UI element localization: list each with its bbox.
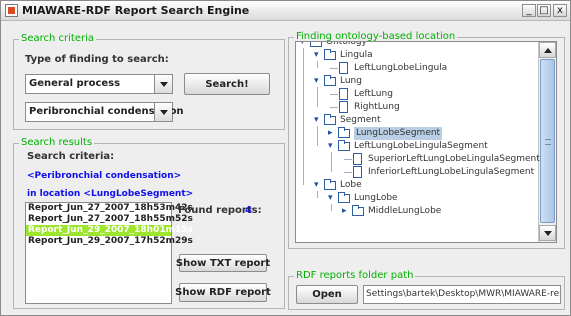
- folder-icon: [310, 42, 322, 47]
- folder-icon: [338, 192, 350, 203]
- tree-connector: [330, 94, 338, 95]
- tree-connector: [344, 159, 352, 160]
- tree-node-folder[interactable]: ▾ Segment: [296, 114, 536, 127]
- open-folder-button[interactable]: Open: [296, 285, 358, 304]
- close-button[interactable]: x: [553, 4, 567, 17]
- tree-node-label: Lobe: [340, 180, 362, 190]
- file-icon: [339, 88, 348, 100]
- criteria-location-text: in location <LungLobeSegment>: [27, 189, 194, 199]
- tree-node-folder[interactable]: ▾ Lingula: [296, 49, 536, 62]
- expanded-toggle-icon[interactable]: ▾: [328, 141, 336, 151]
- folder-icon: [352, 205, 364, 216]
- tree-node-folder[interactable]: ▾ Ontology: [296, 41, 536, 49]
- chevron-down-icon[interactable]: [154, 75, 172, 93]
- rdf-folder-title: RDF reports folder path: [294, 270, 416, 282]
- tree-node-label: LeftLung: [354, 89, 393, 99]
- tree-node-folder[interactable]: ▸ LungLobeSegment: [296, 127, 536, 140]
- collapsed-toggle-icon[interactable]: ▸: [328, 128, 336, 138]
- app-window: MIAWARE-RDF Report Search Engine _ □ x S…: [0, 0, 571, 316]
- search-criteria-title: Search criteria: [19, 33, 97, 45]
- file-icon: [339, 101, 348, 113]
- expanded-toggle-icon[interactable]: ▾: [314, 115, 322, 125]
- app-icon: [5, 4, 18, 17]
- folder-icon: [324, 114, 336, 125]
- folder-icon: [338, 140, 350, 151]
- chevron-down-icon[interactable]: [154, 103, 172, 121]
- tree-connector: [330, 68, 338, 69]
- tree-node-folder[interactable]: ▾ LeftLungLobeLingulaSegment: [296, 140, 536, 153]
- folder-icon: [324, 179, 336, 190]
- minimize-button[interactable]: _: [522, 4, 536, 17]
- search-results-title: Search results: [19, 137, 95, 149]
- tree-node-label: InferiorLeftLungLobeLingulaSegment: [368, 167, 535, 177]
- tree-node-label: Lingula: [340, 50, 373, 60]
- expanded-toggle-icon[interactable]: ▾: [314, 50, 322, 60]
- tree-node-folder[interactable]: ▾ Lobe: [296, 179, 536, 192]
- scroll-up-icon[interactable]: [539, 42, 556, 58]
- tree-node-label: LungLobe: [354, 193, 398, 203]
- tree-node-label: LeftLungLobeLingulaSegment: [354, 141, 488, 151]
- tree-node-folder[interactable]: ▸ MiddleLungLobe: [296, 205, 536, 218]
- finding-type-label: Type of finding to search:: [25, 54, 169, 65]
- scroll-thumb[interactable]: [540, 59, 555, 223]
- tree-node-label: LungLobeSegment: [354, 127, 443, 140]
- file-icon: [353, 166, 362, 178]
- tree-node-file[interactable]: RightLung: [296, 101, 536, 114]
- tree-node-label: Ontology: [326, 41, 367, 47]
- criteria-finding-text: <Peribronchial condensation>: [27, 171, 182, 181]
- report-list-item[interactable]: Report_Jun_29_2007_17h52m29s: [26, 236, 193, 247]
- criteria-summary-label: Search criteria:: [27, 151, 115, 162]
- folder-icon: [324, 75, 336, 86]
- file-icon: [339, 62, 348, 74]
- tree-node-file[interactable]: InferiorLeftLungLobeLingulaSegment: [296, 166, 536, 179]
- tree-node-file[interactable]: SuperiorLeftLungLobeLingulaSegment: [296, 153, 540, 166]
- tree-connector: [330, 107, 338, 108]
- expanded-toggle-icon[interactable]: ▾: [314, 180, 322, 190]
- show-txt-report-button[interactable]: Show TXT report: [176, 254, 270, 272]
- found-reports-count: 4: [245, 205, 252, 216]
- file-icon: [353, 153, 362, 165]
- tree-scrollbar[interactable]: [538, 42, 556, 242]
- tree-node-label: RightLung: [354, 102, 400, 112]
- tree-node-label: Segment: [340, 115, 381, 125]
- finding-type-value: General process: [29, 78, 121, 89]
- tree-node-label: Lung: [340, 76, 362, 86]
- report-list-item[interactable]: Report_Jun_27_2007_18h55m52s: [26, 214, 193, 225]
- ontology-tree[interactable]: ▾ Ontology ▾ Lingula LeftLungLobeLingula ▾ Lun…: [295, 41, 557, 243]
- window-title: MIAWARE-RDF Report Search Engine: [22, 4, 250, 17]
- report-list-item[interactable]: Report_Jun_27_2007_18h53m42s: [26, 203, 193, 214]
- report-list[interactable]: Report_Jun_27_2007_18h53m42s Report_Jun_2…: [25, 202, 193, 304]
- tree-node-label: LeftLungLobeLingula: [354, 63, 448, 73]
- scroll-down-icon[interactable]: [539, 225, 556, 241]
- folder-icon: [324, 49, 336, 60]
- tree-node-folder[interactable]: ▾ LungLobe: [296, 192, 536, 205]
- expanded-toggle-icon[interactable]: ▾: [300, 42, 308, 47]
- finding-type-select[interactable]: General process: [25, 74, 173, 94]
- tree-node-label: MiddleLungLobe: [368, 206, 442, 216]
- show-rdf-report-button[interactable]: Show RDF report: [175, 283, 271, 302]
- report-list-item[interactable]: Report_Jun_29_2007_18h01m15s: [26, 225, 193, 236]
- tree-node-label: SuperiorLeftLungLobeLingulaSegment: [368, 154, 540, 164]
- tree-node-folder[interactable]: ▾ Lung: [296, 75, 536, 88]
- finding-value-select[interactable]: Peribronchial condensation: [25, 102, 184, 122]
- folder-icon: [338, 127, 350, 138]
- tree-node-file[interactable]: LeftLungLobeLingula: [296, 62, 536, 75]
- tree-node-file[interactable]: LeftLung: [296, 88, 536, 101]
- expanded-toggle-icon[interactable]: ▾: [314, 76, 322, 86]
- search-button[interactable]: Search!: [184, 73, 270, 95]
- tree-connector: [344, 172, 352, 173]
- expanded-toggle-icon[interactable]: ▾: [328, 193, 336, 203]
- collapsed-toggle-icon[interactable]: ▸: [342, 206, 350, 216]
- title-bar[interactable]: MIAWARE-RDF Report Search Engine _ □ x: [1, 1, 570, 21]
- folder-path-field[interactable]: Settings\bartek\Desktop\MWR\MIAWARE-repo…: [363, 285, 561, 304]
- maximize-button[interactable]: □: [537, 4, 551, 17]
